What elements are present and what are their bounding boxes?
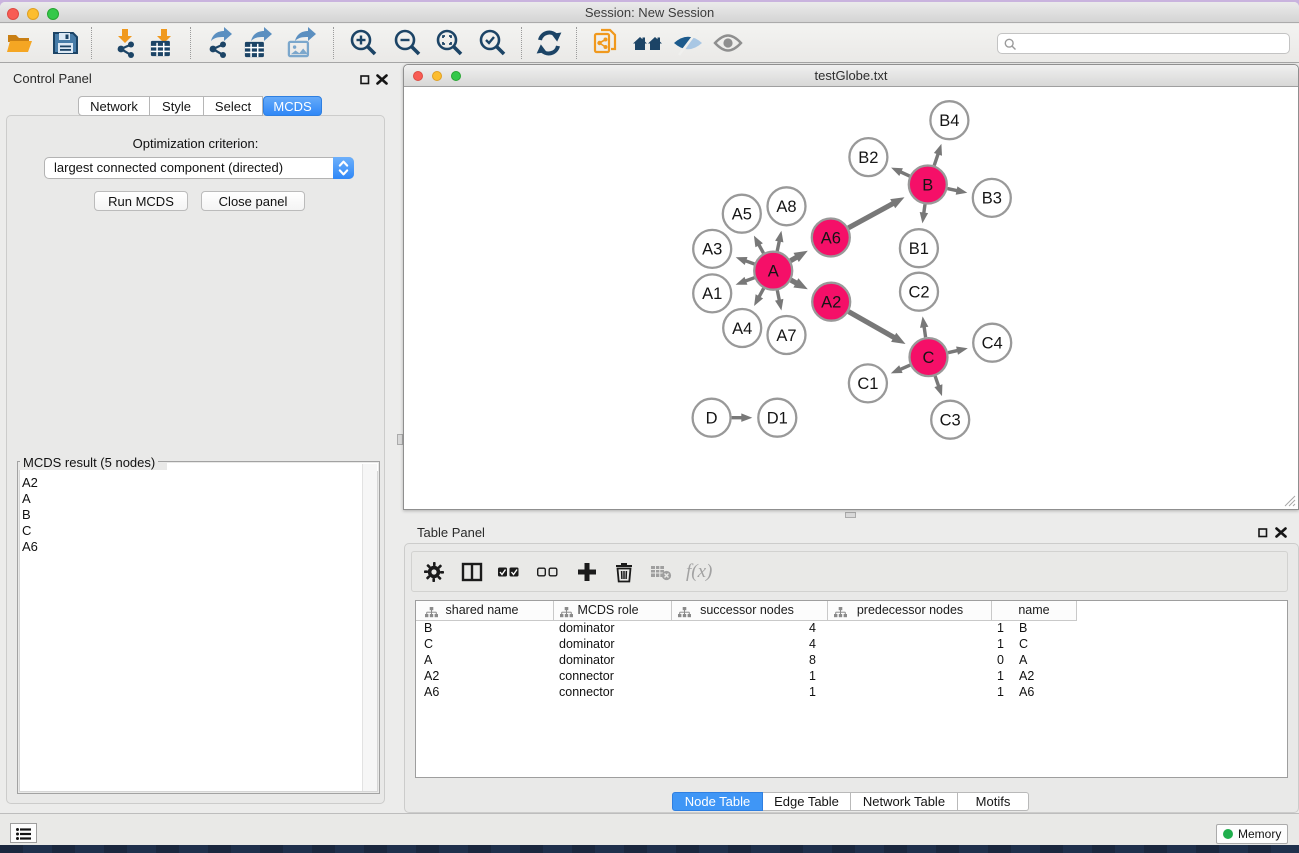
svg-text:C2: C2	[908, 284, 929, 302]
svg-text:B3: B3	[982, 190, 1002, 208]
svg-text:A2: A2	[821, 294, 841, 312]
svg-text:A6: A6	[821, 229, 841, 247]
svg-text:B4: B4	[939, 112, 959, 130]
svg-text:D1: D1	[767, 410, 788, 428]
svg-text:B: B	[922, 176, 933, 194]
svg-text:D: D	[706, 410, 718, 428]
svg-text:A7: A7	[776, 327, 796, 345]
svg-text:A: A	[768, 263, 779, 281]
svg-text:B1: B1	[909, 240, 929, 258]
svg-text:B2: B2	[858, 149, 878, 167]
svg-text:A1: A1	[702, 285, 722, 303]
svg-text:C3: C3	[940, 412, 961, 430]
svg-text:C1: C1	[857, 375, 878, 393]
svg-text:C4: C4	[982, 335, 1003, 353]
svg-text:A5: A5	[732, 206, 752, 224]
svg-text:A3: A3	[702, 241, 722, 259]
svg-text:A4: A4	[732, 320, 752, 338]
svg-text:A8: A8	[776, 198, 796, 216]
svg-text:C: C	[923, 349, 935, 367]
